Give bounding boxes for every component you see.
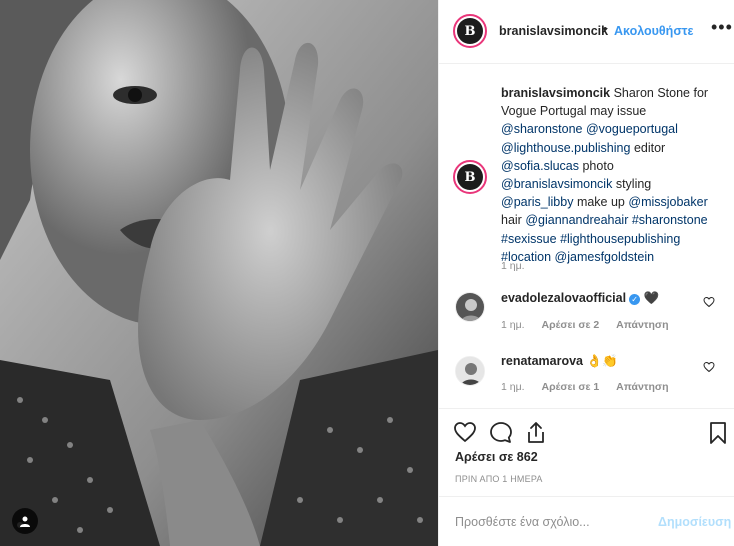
- more-options-icon[interactable]: •••: [711, 17, 733, 38]
- instagram-post: B branislavsimoncik • Ακολουθήστε ••• B …: [0, 0, 734, 546]
- verified-badge-icon: ✓: [629, 294, 641, 305]
- comment-likes[interactable]: Αρέσει σε 2: [542, 319, 600, 331]
- commenter-username[interactable]: evadolezalovaofficial: [501, 291, 626, 305]
- likes-count[interactable]: Αρέσει σε 862: [455, 450, 538, 464]
- separator-dot: •: [603, 22, 608, 36]
- mention-link[interactable]: @jamesfgoldstein: [555, 250, 655, 264]
- follow-button[interactable]: Ακολουθήστε: [614, 24, 693, 38]
- post-comment-button[interactable]: Δημοσίευση: [658, 515, 731, 529]
- hashtag-link[interactable]: #sexissue: [501, 232, 557, 246]
- like-comment-icon[interactable]: [703, 361, 715, 373]
- comment-input[interactable]: Προσθέστε ένα σχόλιο...: [455, 515, 590, 529]
- reply-button[interactable]: Απάντηση: [616, 319, 668, 331]
- mention-link[interactable]: @missjobaker: [628, 195, 707, 209]
- avatar-image: [456, 293, 484, 321]
- post-side-panel: B branislavsimoncik • Ακολουθήστε ••• B …: [438, 0, 734, 546]
- post-header: B branislavsimoncik • Ακολουθήστε •••: [439, 0, 734, 64]
- comment-meta: 1 ημ. Αρέσει σε 2 Απάντηση: [501, 319, 683, 331]
- author-username[interactable]: branislavsimoncik: [499, 24, 608, 38]
- caption-author-avatar[interactable]: B: [453, 160, 487, 194]
- caption-text: styling: [615, 177, 652, 192]
- hashtag-link[interactable]: #lighthousepublishing: [560, 232, 680, 246]
- caption-text: editor: [633, 140, 666, 155]
- comment-time[interactable]: 1 ημ.: [501, 381, 525, 393]
- mention-link[interactable]: @lighthouse.publishing: [501, 141, 630, 155]
- hashtag-link[interactable]: #sharonstone: [632, 213, 708, 227]
- add-comment-bar: Προσθέστε ένα σχόλιο... Δημοσίευση: [439, 496, 734, 546]
- post-date[interactable]: ΠΡΙΝ ΑΠΟ 1 ΗΜΕΡΑ: [455, 474, 543, 484]
- post-actions: [439, 408, 734, 454]
- comment-time[interactable]: 1 ημ.: [501, 319, 525, 331]
- mention-link[interactable]: @giannandreahair: [525, 213, 628, 227]
- commenter-username[interactable]: renatamarova: [501, 354, 583, 368]
- mention-link[interactable]: @paris_libby: [501, 195, 573, 209]
- commenter-avatar[interactable]: [455, 292, 485, 322]
- comment-text: 👌👏: [586, 354, 618, 368]
- comment-body: evadolezalovaofficial ✓ 🖤: [501, 291, 659, 306]
- mention-link[interactable]: @sharonstone: [501, 122, 583, 136]
- avatar-letter: B: [457, 164, 483, 190]
- author-avatar[interactable]: B: [453, 14, 487, 48]
- mention-link[interactable]: @vogueportugal: [586, 122, 678, 136]
- caption-username[interactable]: branislavsimoncik: [501, 86, 610, 100]
- mention-link[interactable]: @sofia.slucas: [501, 159, 579, 173]
- avatar-letter: B: [457, 18, 483, 44]
- comment-meta: 1 ημ. Αρέσει σε 1 Απάντηση: [501, 381, 683, 393]
- caption-time[interactable]: 1 ημ.: [501, 260, 525, 272]
- comment-icon[interactable]: [489, 421, 513, 445]
- avatar-image: [456, 357, 484, 385]
- mention-link[interactable]: @branislavsimoncik: [501, 177, 612, 191]
- post-caption: branislavsimoncik Sharon Stone for Vogue…: [501, 84, 723, 266]
- caption-text: make up: [576, 195, 625, 210]
- like-icon[interactable]: [453, 421, 477, 443]
- tagged-users-button[interactable]: [12, 508, 38, 534]
- comment-text: 🖤: [643, 291, 660, 305]
- user-icon: [20, 516, 30, 527]
- post-photo[interactable]: [0, 0, 438, 546]
- share-icon[interactable]: [525, 421, 547, 445]
- caption-text: hair: [501, 213, 522, 228]
- like-comment-icon[interactable]: [703, 296, 715, 308]
- save-icon[interactable]: [709, 421, 727, 445]
- photo-image: [0, 0, 438, 546]
- reply-button[interactable]: Απάντηση: [616, 381, 668, 393]
- caption-text: photo: [582, 158, 614, 173]
- comment-body: renatamarova 👌👏: [501, 354, 618, 369]
- commenter-avatar[interactable]: [455, 356, 485, 386]
- comment-likes[interactable]: Αρέσει σε 1: [542, 381, 600, 393]
